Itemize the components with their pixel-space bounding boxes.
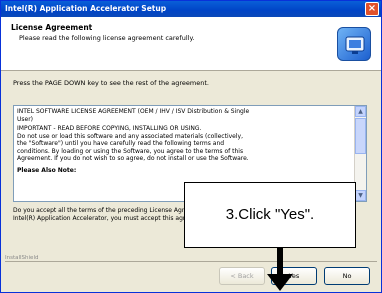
license-line: User)	[17, 115, 34, 123]
scroll-down-arrow-icon[interactable]: ▼	[355, 190, 366, 201]
close-button[interactable]: ×	[365, 2, 379, 16]
callout-text: 3.Click "Yes".	[225, 206, 315, 223]
back-button[interactable]: < Back	[219, 267, 265, 285]
instruction-callout: 3.Click "Yes".	[184, 182, 356, 248]
scroll-thumb[interactable]	[355, 118, 366, 154]
license-line: Do not use or load this software and any…	[17, 132, 243, 140]
license-heading: Please Also Note:	[17, 166, 77, 174]
license-line: INTEL SOFTWARE LICENSE AGREEMENT (OEM / …	[17, 108, 250, 115]
no-button[interactable]: No	[324, 267, 370, 285]
window-title: Intel(R) Application Accelerator Setup	[5, 4, 167, 13]
header-title: License Agreement	[11, 23, 93, 32]
license-line: IMPORTANT - READ BEFORE COPYING, INSTALL…	[17, 125, 202, 132]
license-text: INTEL SOFTWARE LICENSE AGREEMENT (OEM / …	[17, 108, 353, 174]
setup-icon	[337, 27, 371, 61]
down-arrow-icon	[267, 248, 293, 291]
scroll-up-arrow-icon[interactable]: ▲	[355, 106, 366, 117]
footer-separator	[5, 261, 377, 262]
title-bar: Intel(R) Application Accelerator Setup ×	[1, 1, 381, 17]
header-subtitle: Please read the following license agreem…	[19, 34, 195, 42]
license-line: the "Software") until you have carefully…	[17, 140, 225, 147]
license-line: conditions. By loading or using the Soft…	[17, 147, 244, 155]
setup-window: Intel(R) Application Accelerator Setup ×…	[0, 0, 382, 293]
wizard-header: License Agreement Please read the follow…	[1, 17, 381, 71]
license-line: Agreement. If you do not wish to so agre…	[17, 155, 249, 162]
page-down-instruction: Press the PAGE DOWN key to see the rest …	[13, 79, 209, 87]
